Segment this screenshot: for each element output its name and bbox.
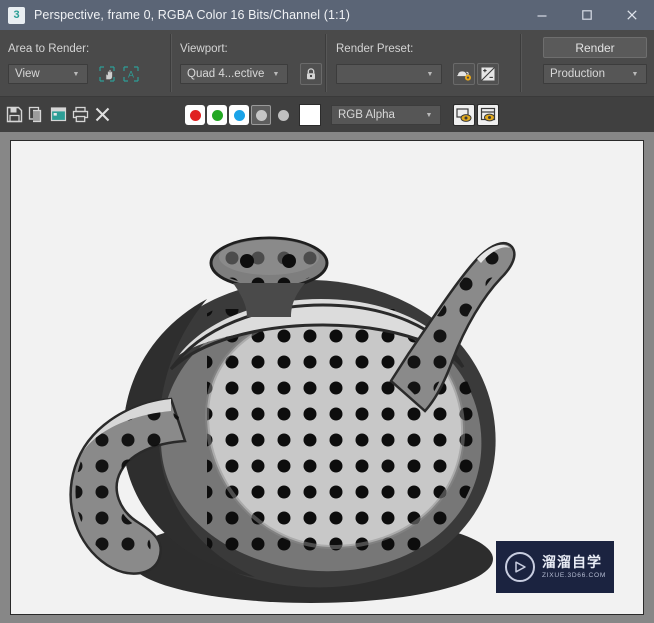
toggle-ui-display-icon[interactable]: [453, 104, 475, 126]
mono-dot-icon: [277, 109, 289, 121]
environment-exposure-icon[interactable]: [477, 63, 499, 85]
toolbar-divider-3: [520, 34, 522, 92]
viewport-label: Viewport:: [180, 43, 228, 55]
title-bar: 3 Perspective, frame 0, RGBA Color 16 Bi…: [0, 0, 654, 30]
clear-image-icon[interactable]: [93, 105, 112, 124]
watermark-text: 溜溜自学 ZIXUE.3D66.COM: [542, 553, 607, 580]
render-preset-select[interactable]: ▼: [336, 64, 442, 84]
watermark-brand: 溜溜自学: [542, 553, 602, 570]
auto-region-selected-icon[interactable]: A: [120, 63, 142, 85]
green-dot-icon: [211, 109, 223, 121]
red-dot-icon: [189, 109, 201, 121]
area-to-render-select[interactable]: View ▼: [8, 64, 88, 84]
lock-viewport-icon[interactable]: [300, 63, 322, 85]
chevron-down-icon: ▼: [425, 111, 433, 119]
blue-dot-icon: [233, 109, 245, 121]
red-channel-toggle[interactable]: [185, 105, 205, 125]
edit-region-icon[interactable]: [96, 63, 118, 85]
render-action-panel: Render Production ▼: [534, 30, 654, 96]
chevron-down-icon: ▼: [72, 70, 80, 78]
background-color-swatch[interactable]: [299, 104, 321, 126]
chevron-down-icon: ▼: [272, 70, 280, 78]
area-to-render-label: Area to Render:: [8, 43, 90, 55]
render-setup-icon[interactable]: [453, 63, 475, 85]
enable-color-correction-icon[interactable]: [477, 104, 499, 126]
render-mode-value: Production: [550, 68, 605, 80]
close-button[interactable]: [609, 0, 654, 30]
green-channel-toggle[interactable]: [207, 105, 227, 125]
alpha-channel-toggle[interactable]: [251, 105, 271, 125]
window-controls: [519, 0, 654, 30]
render-preset-label: Render Preset:: [336, 43, 414, 55]
maximize-button[interactable]: [564, 0, 609, 30]
print-image-icon[interactable]: [71, 105, 90, 124]
blue-channel-toggle[interactable]: [229, 105, 249, 125]
render-button[interactable]: Render: [543, 37, 647, 58]
app-icon: 3: [8, 6, 25, 24]
copy-image-icon[interactable]: [27, 105, 46, 124]
channel-display-value: RGB Alpha: [338, 109, 395, 121]
mono-channel-toggle[interactable]: [273, 105, 293, 125]
alpha-dot-icon: [255, 109, 267, 121]
viewport-value: Quad 4...ective: [187, 68, 265, 80]
clone-rendered-frame-icon[interactable]: [49, 105, 68, 124]
watermark-badge: 溜溜自学 ZIXUE.3D66.COM: [496, 541, 614, 593]
play-logo-icon: [505, 552, 535, 582]
render-canvas-surround: 溜溜自学 ZIXUE.3D66.COM: [0, 132, 654, 623]
svg-text:A: A: [128, 70, 134, 80]
channel-display-select[interactable]: RGB Alpha ▼: [331, 105, 441, 125]
minimize-button[interactable]: [519, 0, 564, 30]
chevron-down-icon: ▼: [426, 70, 434, 78]
watermark-url: ZIXUE.3D66.COM: [542, 572, 607, 580]
toolbar-divider-2: [325, 34, 327, 92]
chevron-down-icon: ▼: [631, 70, 639, 78]
window-title: Perspective, frame 0, RGBA Color 16 Bits…: [34, 8, 350, 22]
rendered-image-area[interactable]: 溜溜自学 ZIXUE.3D66.COM: [10, 140, 644, 615]
render-mode-select[interactable]: Production ▼: [543, 64, 647, 84]
viewport-select[interactable]: Quad 4...ective ▼: [180, 64, 288, 84]
toolbar-divider-1: [170, 34, 172, 92]
area-to-render-value: View: [15, 68, 40, 80]
save-image-icon[interactable]: [5, 105, 24, 124]
render-frame-window: 3 Perspective, frame 0, RGBA Color 16 Bi…: [0, 0, 654, 623]
